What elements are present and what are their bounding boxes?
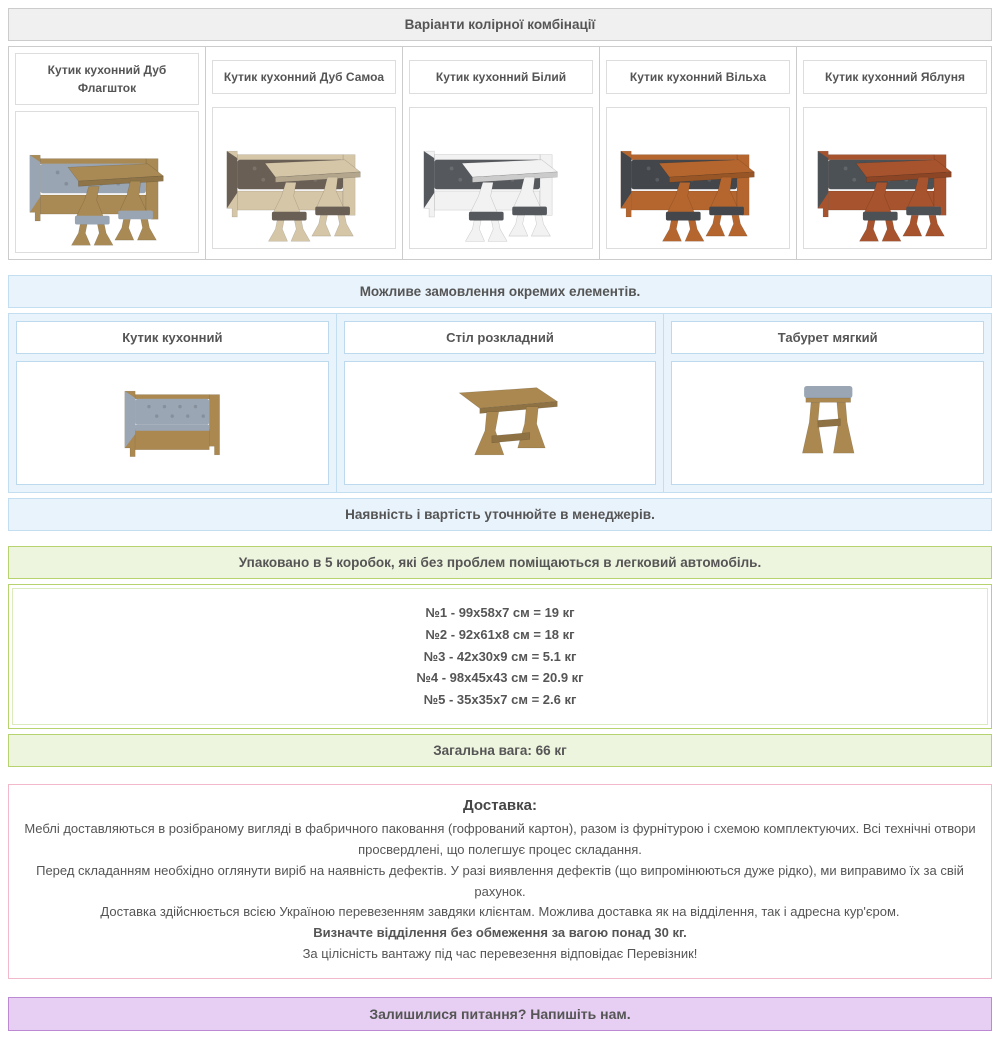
elements-footer: Наявність і вартість уточнюйте в менедже… [8,498,992,531]
delivery-section: Доставка: Меблі доставляються в розібран… [8,784,992,979]
delivery-title: Доставка: [23,794,977,818]
element-card-corner-bench: Кутик кухонний [9,314,337,492]
delivery-paragraph: За цілісність вантажу під час перевезенн… [23,944,977,965]
product-title: Кутик кухонний Дуб Флагшток [15,53,199,105]
product-image [15,111,199,253]
product-title: Кутик кухонний Яблуня [803,60,987,94]
element-title: Кутик кухонний [16,321,329,354]
variants-section: Варіанти колірної комбінації Кутик кухон… [8,8,992,260]
kitchen-set-image [410,113,592,243]
kitchen-set-image [213,113,395,243]
element-card-table: Стіл розкладний [337,314,665,492]
element-card-stool: Табурет мягкий [664,314,991,492]
packaging-box-list-inner: №1 - 99х58х7 см = 19 кг №2 - 92х61х8 см … [12,588,988,725]
stool-wood [803,398,855,453]
product-title: Кутик кухонний Вільха [606,60,790,94]
packaging-box-list: №1 - 99х58х7 см = 19 кг №2 - 92х61х8 см … [8,584,992,729]
kitchen-set-image [804,113,986,243]
product-title-wrap: Кутик кухонний Дуб Самоа [212,53,396,107]
product-image [212,107,396,249]
box-line: №1 - 99х58х7 см = 19 кг [23,602,977,624]
delivery-paragraph: Меблі доставляються в розібраному вигляд… [23,819,977,861]
box-line: №4 - 98х45х43 см = 20.9 кг [23,667,977,689]
element-title: Стіл розкладний [344,321,657,354]
product-card: Кутик кухонний Білий [403,47,600,259]
product-title: Кутик кухонний Дуб Самоа [212,60,396,94]
element-image [671,361,984,485]
variants-header: Варіанти колірної комбінації [8,8,992,41]
product-image [409,107,593,249]
delivery-bold-note: Визначте відділення без обмеження за ваг… [23,923,977,944]
product-title-wrap: Кутик кухонний Білий [409,53,593,107]
product-title-wrap: Кутик кухонний Вільха [606,53,790,107]
product-image [606,107,790,249]
box-line: №2 - 92х61х8 см = 18 кг [23,624,977,646]
product-card: Кутик кухонний Яблуня [797,47,993,259]
product-image [803,107,987,249]
contact-section: Залишилися питання? Напишіть нам. [8,997,992,1031]
packaging-section: Упаковано в 5 коробок, які без проблем п… [8,546,992,767]
packaging-header: Упаковано в 5 коробок, які без проблем п… [8,546,992,579]
kitchen-set-image [607,113,789,243]
soft-stool-image [780,367,875,479]
delivery-paragraph: Перед складанням необхідно оглянути вирі… [23,861,977,903]
contact-us-bar[interactable]: Залишилися питання? Напишіть нам. [8,997,992,1031]
delivery-box: Доставка: Меблі доставляються в розібран… [8,784,992,979]
elements-section: Можливе замовлення окремих елементів. Ку… [8,275,992,531]
element-title: Табурет мягкий [671,321,984,354]
corner-bench-image [99,367,245,479]
box-line: №3 - 42х30х9 см = 5.1 кг [23,646,977,668]
elements-header: Можливе замовлення окремих елементів. [8,275,992,308]
product-card: Кутик кухонний Вільха [600,47,797,259]
elements-panel: Кутик кухонний [8,313,992,493]
folding-table-image [435,367,564,479]
variants-table: Кутик кухонний Дуб Флагшток [8,46,992,260]
product-card: Кутик кухонний Дуб Флагшток [9,47,206,259]
kitchen-set-image [16,117,198,247]
element-image [16,361,329,485]
product-title-wrap: Кутик кухонний Яблуня [803,53,987,107]
product-title-wrap: Кутик кухонний Дуб Флагшток [15,53,199,111]
stool-cushion [804,386,852,398]
table-wood [460,388,558,455]
box-line: №5 - 35х35х7 см = 2.6 кг [23,689,977,711]
product-title: Кутик кухонний Білий [409,60,593,94]
element-image [344,361,657,485]
packaging-footer-total-weight: Загальна вага: 66 кг [8,734,992,767]
delivery-paragraph: Доставка здійснюється всією Україною пер… [23,902,977,923]
product-card: Кутик кухонний Дуб Самоа [206,47,403,259]
